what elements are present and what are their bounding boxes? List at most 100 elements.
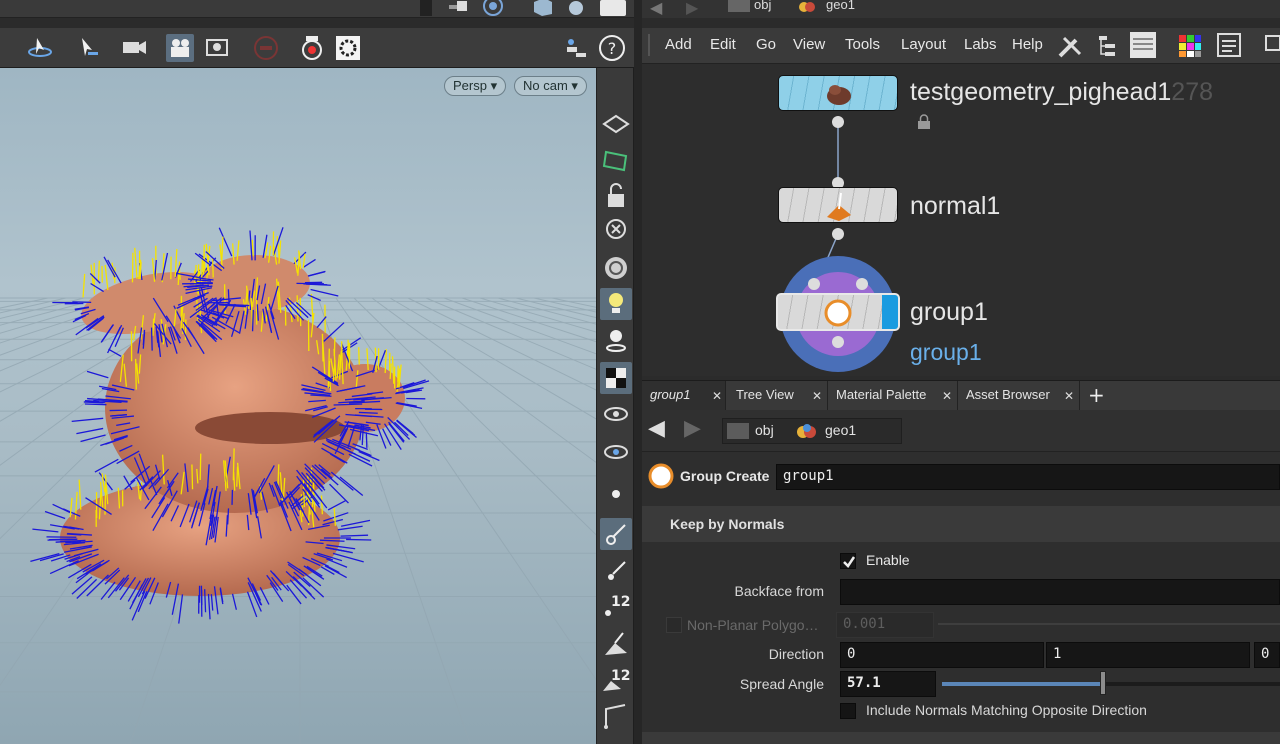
section-keep-by-normals[interactable]: Keep by Normals — [642, 506, 1280, 542]
display-options-icon[interactable] — [334, 34, 362, 62]
camera-select-label: No cam — [523, 78, 568, 93]
select-tool-icon[interactable] — [26, 34, 54, 62]
grid-plane-icon[interactable] — [600, 108, 632, 140]
display-flag[interactable] — [882, 295, 898, 329]
svg-text:12: 12 — [611, 594, 630, 610]
node-name-field[interactable]: group1 — [776, 464, 1280, 490]
tools-wrench-icon[interactable] — [1056, 32, 1086, 60]
menu-layout[interactable]: Layout — [901, 36, 946, 53]
nonplanar-field[interactable]: 0.001 — [836, 612, 934, 638]
opposite-direction-checkbox[interactable] — [840, 703, 856, 719]
node-pighead[interactable] — [778, 75, 898, 111]
hull-display-icon[interactable] — [600, 700, 632, 732]
network-path-bar: ◀ ▶ obj geo1 — [642, 0, 1280, 18]
point-numbers-icon[interactable]: 12 — [600, 590, 632, 622]
nonplanar-slider[interactable] — [938, 623, 1280, 625]
headlight-icon[interactable] — [600, 252, 632, 284]
light-probe-icon[interactable] — [600, 324, 632, 356]
menu-go[interactable]: Go — [756, 36, 776, 53]
pose-tool-icon[interactable] — [74, 34, 102, 62]
handle-tool-icon[interactable] — [447, 0, 473, 14]
lights-icon[interactable] — [600, 288, 632, 320]
enable-checkbox[interactable] — [840, 553, 856, 569]
close-tab-group1-icon[interactable]: ✕ — [712, 389, 722, 403]
path-current[interactable]: geo1 — [826, 0, 855, 12]
direction-z-field[interactable]: 0 — [1254, 642, 1280, 668]
direction-y-field[interactable]: 1 — [1046, 642, 1250, 668]
snap-icon[interactable] — [480, 0, 506, 16]
tab-asset-browser[interactable]: Asset Browser — [958, 381, 1080, 411]
spread-angle-field[interactable]: 57.1 — [840, 671, 936, 697]
group-input-port-b[interactable] — [856, 278, 868, 290]
camera-select-menu[interactable]: No cam ▾ — [514, 76, 587, 96]
normal-output-port[interactable] — [832, 228, 844, 240]
close-tab-material-palette-icon[interactable]: ✕ — [942, 389, 952, 403]
direction-x-field[interactable]: 0 — [840, 642, 1044, 668]
construction-plane-icon[interactable] — [600, 144, 632, 176]
shading-checker-icon[interactable] — [600, 362, 632, 394]
parameter-view-icon[interactable] — [1216, 32, 1242, 58]
camera-view-menu[interactable]: Persp ▾ — [444, 76, 507, 96]
spread-angle-slider[interactable] — [942, 682, 1280, 686]
network-users-icon[interactable] — [562, 34, 590, 62]
pane-tab-bar: group1 ✕ Tree View ✕ Material Palette ✕ … — [642, 380, 1280, 411]
direction-label: Direction — [768, 646, 824, 662]
param-path-root[interactable]: obj — [755, 422, 774, 438]
backface-field[interactable] — [840, 579, 1280, 605]
more-options-icon[interactable] — [1264, 34, 1280, 58]
param-path-current[interactable]: geo1 — [825, 422, 856, 438]
ghost-eye-icon[interactable] — [600, 436, 632, 468]
tree-view-icon[interactable] — [1096, 34, 1120, 58]
cube-icon[interactable] — [530, 0, 556, 16]
close-tab-asset-browser-icon[interactable]: ✕ — [1064, 389, 1074, 403]
param-forward-icon[interactable]: ▶ — [684, 416, 701, 441]
close-light-icon[interactable] — [600, 216, 632, 248]
back-arrow-icon[interactable]: ◀ — [650, 0, 662, 17]
help-icon[interactable]: ? — [598, 34, 626, 62]
geo-path-icon — [795, 423, 817, 439]
render-camera-icon[interactable] — [298, 34, 326, 62]
group-output-port[interactable] — [832, 336, 844, 348]
next-section-header[interactable] — [642, 732, 1280, 744]
shelf-dropdown-arrow[interactable] — [420, 0, 432, 16]
point-display-icon[interactable] — [600, 478, 632, 510]
path-root[interactable]: obj — [754, 0, 771, 12]
display-icon[interactable] — [600, 0, 626, 16]
list-view-icon[interactable] — [1130, 32, 1156, 58]
pighead-output-port[interactable] — [832, 116, 844, 128]
add-tab-icon[interactable]: + — [1088, 383, 1105, 407]
record-disabled-icon[interactable] — [252, 34, 280, 62]
tab-material-palette[interactable]: Material Palette — [828, 381, 958, 411]
pane-splitter[interactable] — [634, 0, 642, 744]
shapes-icon[interactable] — [562, 0, 592, 16]
nonplanar-checkbox[interactable] — [666, 617, 682, 633]
group-create-node-icon[interactable] — [648, 462, 678, 492]
camera-display-icon[interactable] — [166, 34, 194, 62]
point-normals-icon[interactable] — [600, 554, 632, 586]
color-palette-icon[interactable] — [1178, 34, 1202, 58]
view-tool-icon[interactable] — [120, 34, 148, 62]
param-breadcrumb[interactable]: obj geo1 — [722, 418, 902, 444]
menu-help[interactable]: Help — [1012, 36, 1043, 53]
flipbook-icon[interactable] — [204, 34, 232, 62]
prim-normals-icon[interactable] — [600, 628, 632, 660]
menu-labs[interactable]: Labs — [964, 36, 997, 53]
menu-view[interactable]: View — [793, 36, 825, 53]
node-normal[interactable] — [778, 187, 898, 223]
normals-display-icon[interactable] — [600, 518, 632, 550]
node-network[interactable]: testgeometry_pighead1278 normal1 group1 … — [642, 64, 1280, 376]
lock-icon[interactable] — [916, 114, 932, 130]
menu-add[interactable]: Add — [665, 36, 692, 53]
close-tab-tree-view-icon[interactable]: ✕ — [812, 389, 822, 403]
spread-angle-handle[interactable] — [1099, 671, 1106, 695]
forward-arrow-icon[interactable]: ▶ — [686, 0, 698, 17]
menu-edit[interactable]: Edit — [710, 36, 736, 53]
menu-tools[interactable]: Tools — [845, 36, 880, 53]
node-group[interactable] — [776, 293, 900, 331]
visibility-eye-icon[interactable] — [600, 398, 632, 430]
prim-numbers-icon[interactable]: 12 — [600, 664, 632, 696]
lock-camera-icon[interactable] — [600, 180, 632, 212]
group-input-port-a[interactable] — [808, 278, 820, 290]
param-back-icon[interactable]: ◀ — [648, 416, 665, 441]
scene-viewport[interactable]: Persp ▾ No cam ▾ — [0, 68, 596, 744]
